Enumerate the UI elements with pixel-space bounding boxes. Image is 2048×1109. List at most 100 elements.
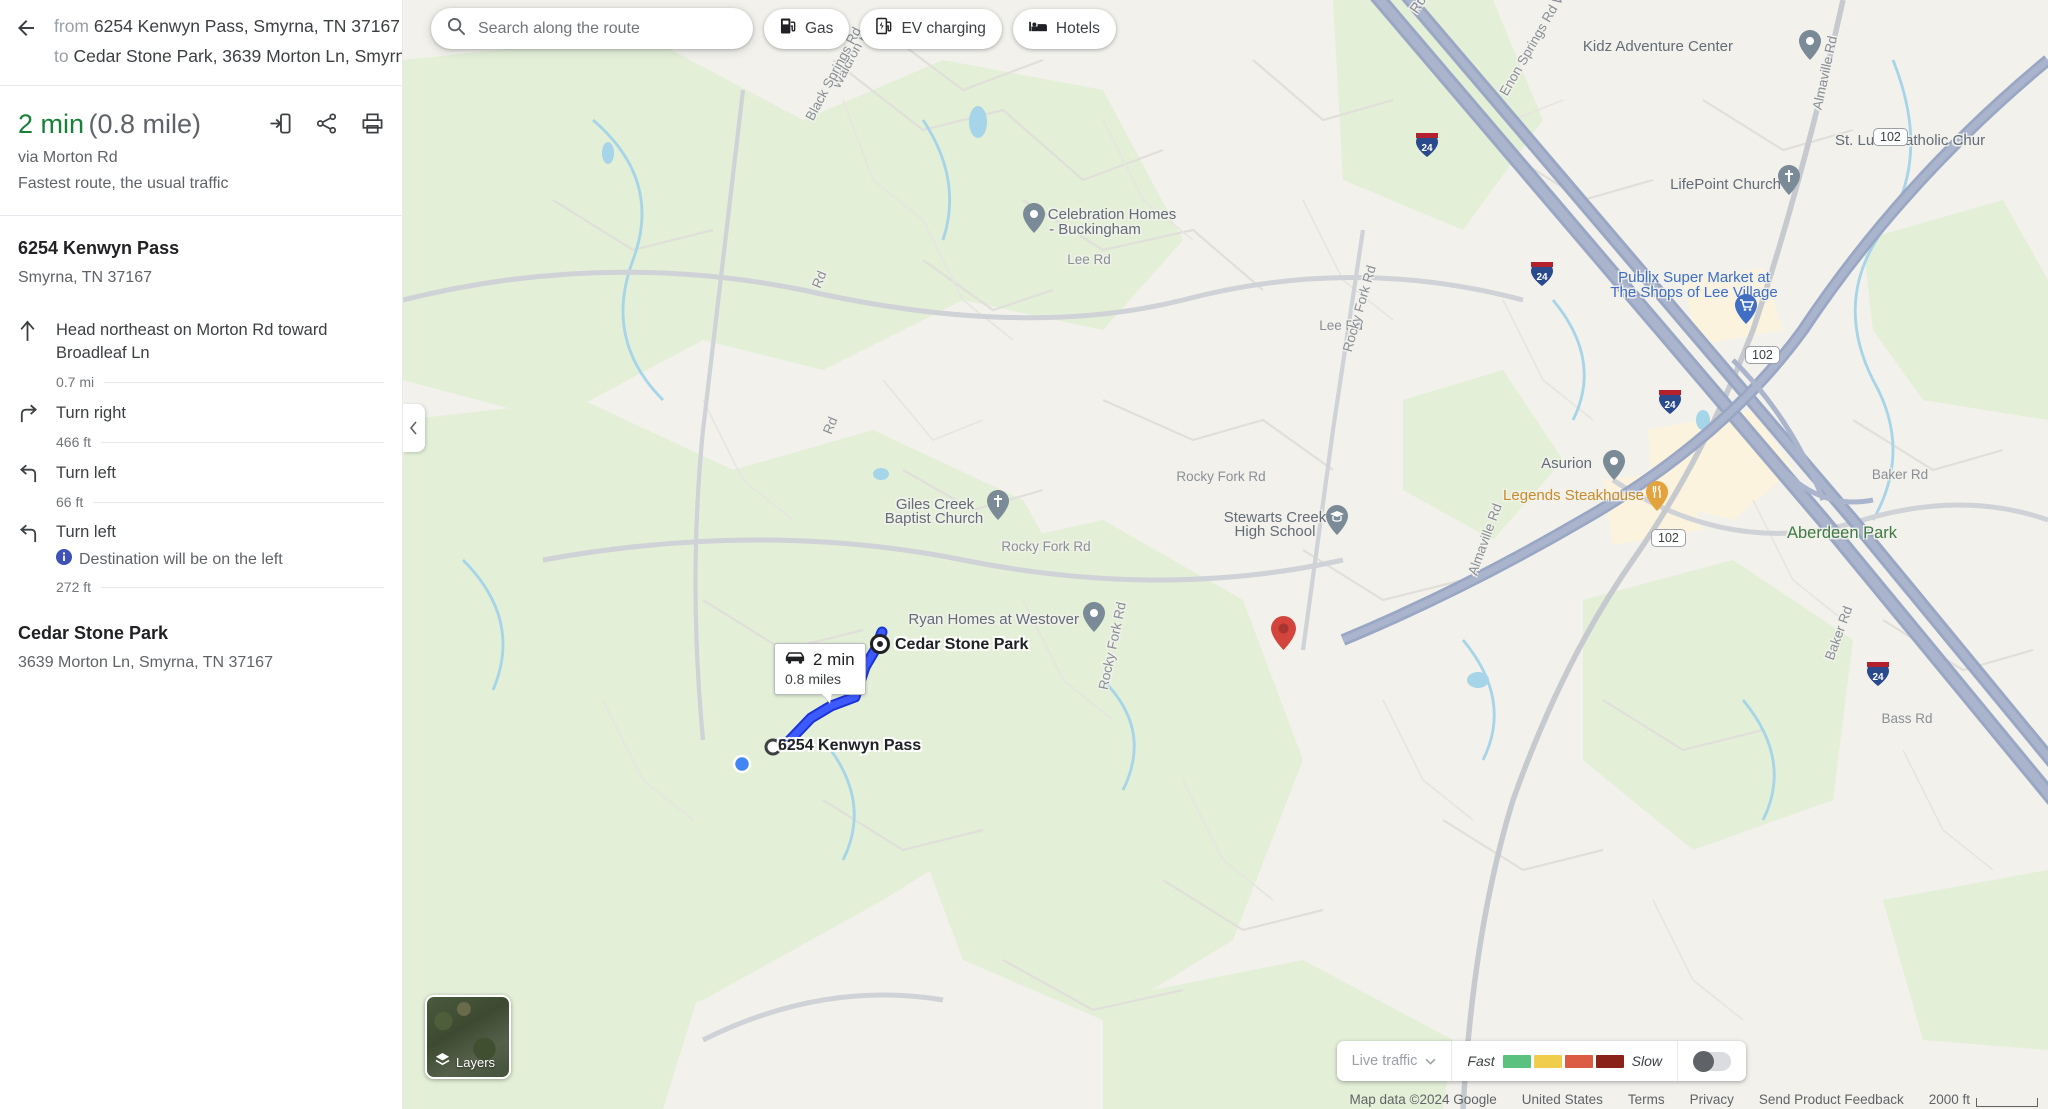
- live-traffic-dropdown[interactable]: Live traffic: [1337, 1041, 1452, 1081]
- map-viewport[interactable]: Kidz Adventure Center St. Luke Catholic …: [403, 0, 2048, 1109]
- origin-sub: Smyrna, TN 37167: [18, 269, 152, 286]
- map-top-bar: Search along the route Gas EV charging H…: [431, 8, 1116, 49]
- step-distance-row: 466 ft: [0, 432, 402, 452]
- legend-swatches: [1502, 1054, 1624, 1068]
- destination-sub: 3639 Morton Ln, Smyrna, TN 37167: [18, 654, 273, 671]
- share-icon[interactable]: [315, 112, 338, 140]
- route-traffic-note: Fastest route, the usual traffic: [18, 175, 229, 192]
- footer-link-privacy[interactable]: Privacy: [1690, 1092, 1734, 1107]
- chip-hotels[interactable]: Hotels: [1012, 8, 1116, 49]
- map-attribution: Map data ©2024 Google: [1349, 1092, 1497, 1107]
- search-input[interactable]: Search along the route: [431, 8, 753, 49]
- chip-label: Gas: [805, 19, 834, 37]
- step-text: Turn right: [56, 404, 126, 422]
- callout-duration: 2 min: [813, 650, 855, 669]
- layers-label: Layers: [456, 1054, 496, 1070]
- info-icon: [56, 549, 72, 570]
- origin-block[interactable]: 6254 Kenwyn Pass Smyrna, TN 37167: [0, 216, 402, 303]
- step-distance-row: 66 ft: [0, 492, 402, 512]
- layers-button[interactable]: Layers: [425, 995, 511, 1079]
- origin-name: 6254 Kenwyn Pass: [18, 238, 180, 258]
- traffic-legend: Fast Slow: [1451, 1041, 1677, 1081]
- origin-marker: [764, 738, 782, 756]
- search-icon: [447, 17, 466, 41]
- divider: [104, 381, 384, 383]
- ev-charger-icon: [876, 17, 893, 40]
- live-traffic-bar: Live traffic Fast Slow: [1336, 1041, 1746, 1081]
- step-text: Head northeast on Morton Rd toward Broad…: [56, 321, 328, 362]
- map-canvas: [403, 0, 2048, 1109]
- steps-list: Head northeast on Morton Rd toward Broad…: [0, 303, 402, 597]
- collapse-sidebar-button[interactable]: [403, 404, 425, 452]
- chip-ev-charging[interactable]: EV charging: [860, 8, 1002, 49]
- turn-left-icon: [18, 461, 56, 484]
- footer-link-country[interactable]: United States: [1522, 1092, 1603, 1107]
- legend-fast-label: Fast: [1467, 1053, 1495, 1069]
- search-placeholder: Search along the route: [478, 19, 640, 37]
- send-to-phone-icon[interactable]: [269, 112, 292, 140]
- from-line: from 6254 Kenwyn Pass, Smyrna, TN 37167: [54, 11, 402, 41]
- from-address: 6254 Kenwyn Pass, Smyrna, TN 37167: [93, 16, 400, 36]
- step-text: Turn left: [56, 523, 116, 541]
- step-distance: 0.7 mi: [56, 374, 95, 390]
- chip-gas[interactable]: Gas: [764, 8, 850, 49]
- divider: [93, 501, 384, 503]
- turn-left-icon: [18, 521, 56, 544]
- traffic-toggle[interactable]: [1693, 1050, 1731, 1072]
- step-item[interactable]: Turn left Destination will be on the lef…: [0, 512, 402, 577]
- chip-label: EV charging: [901, 19, 986, 37]
- destination-note: Destination will be on the left: [56, 549, 283, 570]
- legend-swatch-fast: [1502, 1054, 1531, 1068]
- footer-link-feedback[interactable]: Send Product Feedback: [1759, 1092, 1904, 1107]
- chevron-left-icon: [409, 421, 417, 435]
- legend-swatch-very-slow: [1595, 1054, 1624, 1068]
- traffic-toggle-section: [1677, 1041, 1746, 1081]
- route-distance: (0.8 mile): [88, 109, 202, 139]
- route-actions: [269, 112, 384, 140]
- live-traffic-label: Live traffic: [1351, 1053, 1418, 1069]
- divider: [101, 586, 384, 588]
- callout-distance: 0.8 miles: [785, 671, 842, 687]
- step-item[interactable]: Turn left: [0, 452, 402, 492]
- legend-swatch-moderate: [1533, 1054, 1562, 1068]
- divider: [101, 441, 384, 443]
- hotel-bed-icon: [1029, 19, 1048, 39]
- scale-rule: [1976, 1098, 2038, 1107]
- route-endpoints-text[interactable]: from 6254 Kenwyn Pass, Smyrna, TN 37167 …: [54, 10, 402, 71]
- step-distance: 466 ft: [56, 434, 92, 450]
- step-distance-row: 272 ft: [0, 577, 402, 597]
- map-scale: 2000 ft: [1929, 1092, 2038, 1107]
- sidebar-header: from 6254 Kenwyn Pass, Smyrna, TN 37167 …: [0, 0, 402, 85]
- directions-sidebar: from 6254 Kenwyn Pass, Smyrna, TN 37167 …: [0, 0, 403, 1109]
- step-distance: 66 ft: [56, 494, 84, 510]
- car-icon: [784, 651, 806, 670]
- print-icon[interactable]: [361, 112, 384, 140]
- route-callout[interactable]: 2 min 0.8 miles: [774, 643, 866, 695]
- layers-icon: [435, 1052, 450, 1072]
- step-text: Turn left: [56, 464, 116, 482]
- step-item[interactable]: Head northeast on Morton Rd toward Broad…: [0, 309, 402, 372]
- scale-label: 2000 ft: [1928, 1092, 1970, 1107]
- gas-pump-icon: [780, 17, 797, 40]
- route-summary: 2 min (0.8 mile) via Morton Rd Fastest r…: [0, 86, 402, 215]
- chip-label: Hotels: [1055, 19, 1100, 37]
- turn-right-icon: [18, 401, 56, 424]
- step-distance-row: 0.7 mi: [0, 372, 402, 392]
- route-duration: 2 min: [18, 109, 85, 139]
- to-line: to Cedar Stone Park, 3639 Morton Ln, Smy…: [54, 41, 402, 71]
- step-item[interactable]: Turn right: [0, 392, 402, 432]
- footer-link-terms[interactable]: Terms: [1628, 1092, 1665, 1107]
- back-button[interactable]: [14, 10, 44, 71]
- map-footer: Map data ©2024 Google United States Term…: [1349, 1092, 2038, 1107]
- destination-block[interactable]: Cedar Stone Park 3639 Morton Ln, Smyrna,…: [0, 597, 402, 688]
- to-prefix: to: [54, 46, 69, 66]
- destination-note-text: Destination will be on the left: [79, 550, 283, 568]
- from-prefix: from: [54, 16, 89, 36]
- step-distance: 272 ft: [56, 579, 92, 595]
- legend-slow-label: Slow: [1631, 1053, 1662, 1069]
- toggle-knob: [1693, 1050, 1714, 1072]
- chevron-down-icon: [1425, 1053, 1436, 1069]
- maps-directions-app: from 6254 Kenwyn Pass, Smyrna, TN 37167 …: [0, 0, 2048, 1109]
- to-address: Cedar Stone Park, 3639 Morton Ln, Smyrna…: [73, 46, 402, 66]
- straight-arrow-icon: [18, 318, 56, 341]
